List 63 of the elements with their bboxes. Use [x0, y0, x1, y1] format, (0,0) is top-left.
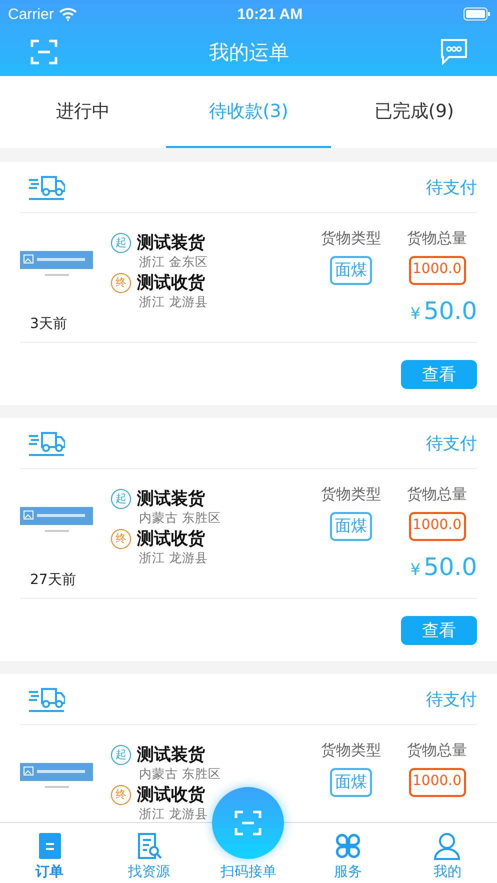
destination-badge: 终 — [111, 784, 131, 804]
cargo-type-label: 货物类型 — [321, 229, 381, 248]
tab[interactable]: 已完成(9) — [331, 76, 497, 148]
destination-badge: 终 — [111, 528, 131, 548]
tab-bar-item[interactable]: 我的 — [398, 823, 497, 883]
tab[interactable]: 进行中 — [0, 76, 166, 148]
price-value: 50.0 — [424, 553, 477, 581]
place-name: 测试装货 — [137, 488, 205, 510]
document-search-icon — [135, 832, 164, 860]
place-name: 测试装货 — [137, 744, 205, 766]
place-region: 浙江 金东区 — [139, 254, 209, 271]
cargo-type-tag: 面煤 — [330, 768, 372, 797]
tab-bar-item[interactable]: 找资源 — [99, 823, 199, 883]
order-status: 待支付 — [426, 432, 477, 454]
view-button[interactable]: 查看 — [401, 360, 477, 388]
chat-icon[interactable] — [440, 38, 468, 66]
origin-badge: 起 — [111, 744, 131, 764]
order-time: 27天前 — [30, 571, 76, 589]
clock-time: 10:21 AM — [237, 6, 303, 22]
cargo-amount-tag: 1000.0 — [408, 768, 466, 797]
place-name: 测试收货 — [137, 528, 205, 550]
truck-icon — [28, 173, 65, 201]
tab-bar-item[interactable]: 服务 — [298, 823, 398, 883]
cargo-amount-label: 货物总量 — [407, 485, 467, 504]
view-button[interactable]: 查看 — [401, 616, 477, 644]
place-region: 浙江 龙游县 — [139, 294, 209, 311]
place-region: 内蒙古 东胜区 — [139, 766, 222, 783]
user-icon — [433, 832, 462, 860]
carrier-name: Carrier — [8, 6, 54, 22]
tab-bar-item[interactable]: 订单 — [0, 823, 100, 883]
cargo-type-label: 货物类型 — [321, 741, 381, 760]
order-time: 3天前 — [30, 315, 67, 333]
origin-badge: 起 — [111, 232, 131, 252]
truck-icon — [28, 429, 65, 457]
cargo-amount-label: 货物总量 — [407, 229, 467, 248]
tab-bar-item[interactable]: 扫码接单 — [214, 863, 283, 883]
origin-badge: 起 — [111, 488, 131, 508]
place-region: 浙江 龙游县 — [139, 806, 209, 822]
page-title: 我的运单 — [209, 38, 289, 66]
order-status: 待支付 — [426, 688, 477, 710]
tab[interactable]: 待收款(3) — [166, 76, 332, 148]
destination-badge: 终 — [111, 272, 131, 292]
clover-icon — [334, 832, 362, 860]
cargo-type-tag: 面煤 — [330, 256, 372, 285]
place-name: 测试装货 — [137, 232, 205, 254]
order-status: 待支付 — [426, 176, 477, 198]
place-region: 浙江 龙游县 — [139, 550, 209, 567]
cargo-amount-label: 货物总量 — [407, 741, 467, 760]
cargo-amount-tag: 1000.0 — [408, 512, 466, 541]
price-value: 50.0 — [424, 297, 477, 325]
currency-symbol: ¥ — [410, 560, 421, 579]
currency-symbol: ¥ — [410, 304, 421, 323]
cargo-type-label: 货物类型 — [321, 485, 381, 504]
battery-icon — [463, 7, 491, 21]
place-name: 测试收货 — [137, 272, 205, 294]
scan-icon — [234, 809, 262, 837]
cargo-type-tag: 面煤 — [330, 512, 372, 541]
scan-icon[interactable] — [30, 38, 58, 66]
place-region: 内蒙古 东胜区 — [139, 510, 222, 527]
wifi-icon — [58, 7, 77, 21]
truck-icon — [28, 685, 65, 713]
place-name: 测试收货 — [137, 784, 205, 806]
cargo-amount-tag: 1000.0 — [408, 256, 466, 285]
